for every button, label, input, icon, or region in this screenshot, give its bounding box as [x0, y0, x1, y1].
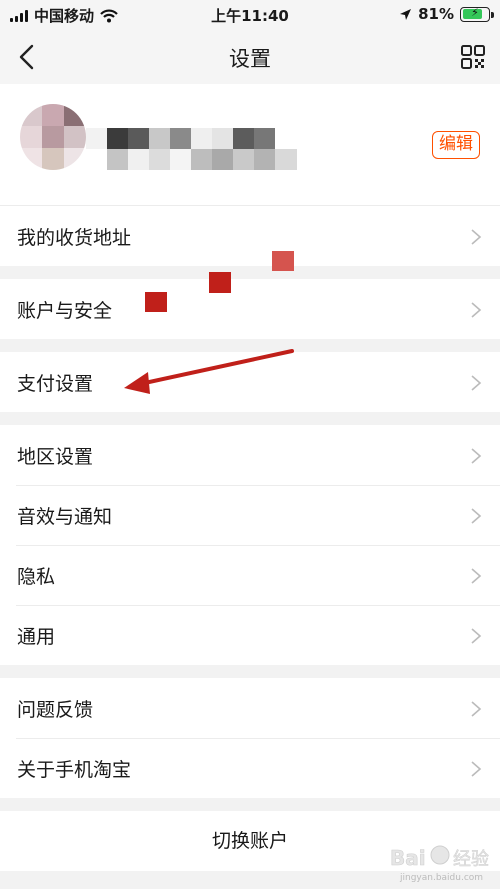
settings-item-account-security[interactable]: 账户与安全 — [0, 279, 500, 339]
settings-item-label: 支付设置 — [17, 373, 94, 395]
page-title: 设置 — [229, 47, 271, 71]
profile-card[interactable]: 编辑 — [0, 84, 500, 206]
edit-profile-button[interactable]: 编辑 — [432, 131, 480, 159]
settings-item-label: 账户与安全 — [17, 300, 113, 322]
settings-item-address[interactable]: 我的收货地址 — [0, 206, 500, 266]
chevron-right-icon — [471, 229, 482, 245]
baidu-jingyan-watermark: Bai 经验 jingyan.baidu.com — [380, 837, 490, 887]
settings-item-label: 音效与通知 — [17, 506, 113, 528]
settings-item-label: 隐私 — [17, 566, 56, 588]
watermark-url: jingyan.baidu.com — [400, 873, 484, 883]
settings-item-payment[interactable]: 支付设置 — [0, 352, 500, 412]
status-bar: 中国移动 上午11:40 81% ⚡ — [0, 0, 500, 30]
chevron-right-icon — [471, 375, 482, 391]
chevron-right-icon — [471, 448, 482, 464]
settings-group-general: 地区设置 音效与通知 隐私 通用 — [0, 425, 500, 665]
settings-item-label: 问题反馈 — [17, 699, 94, 721]
qr-code-icon[interactable] — [460, 44, 486, 70]
settings-item-sound-notification[interactable]: 音效与通知 — [0, 485, 500, 545]
settings-item-about[interactable]: 关于手机淘宝 — [0, 738, 500, 798]
baidu-logo-icon: Bai 经验 — [390, 845, 489, 870]
chevron-right-icon — [471, 701, 482, 717]
chevron-right-icon — [471, 761, 482, 777]
nav-bar: 设置 — [0, 30, 500, 84]
settings-item-privacy[interactable]: 隐私 — [0, 545, 500, 605]
svg-text:Bai: Bai — [390, 846, 426, 870]
chevron-right-icon — [471, 568, 482, 584]
avatar — [20, 104, 86, 170]
settings-group-account: 账户与安全 — [0, 279, 500, 339]
svg-text:经验: 经验 — [453, 849, 489, 870]
location-arrow-icon — [400, 8, 412, 20]
chevron-right-icon — [471, 628, 482, 644]
settings-item-label: 通用 — [17, 626, 56, 648]
settings-item-feedback[interactable]: 问题反馈 — [0, 678, 500, 738]
settings-item-label: 地区设置 — [17, 446, 94, 468]
settings-item-label: 我的收货地址 — [17, 227, 132, 249]
settings-item-general[interactable]: 通用 — [0, 605, 500, 665]
settings-group-address: 我的收货地址 — [0, 206, 500, 266]
battery-percent: 81% — [418, 5, 454, 23]
settings-item-region[interactable]: 地区设置 — [0, 425, 500, 485]
settings-group-help: 问题反馈 关于手机淘宝 — [0, 678, 500, 798]
settings-group-payment: 支付设置 — [0, 352, 500, 412]
settings-item-label: 关于手机淘宝 — [17, 759, 132, 781]
chevron-right-icon — [471, 302, 482, 318]
chevron-right-icon — [471, 508, 482, 524]
battery-icon: ⚡ — [460, 6, 494, 22]
